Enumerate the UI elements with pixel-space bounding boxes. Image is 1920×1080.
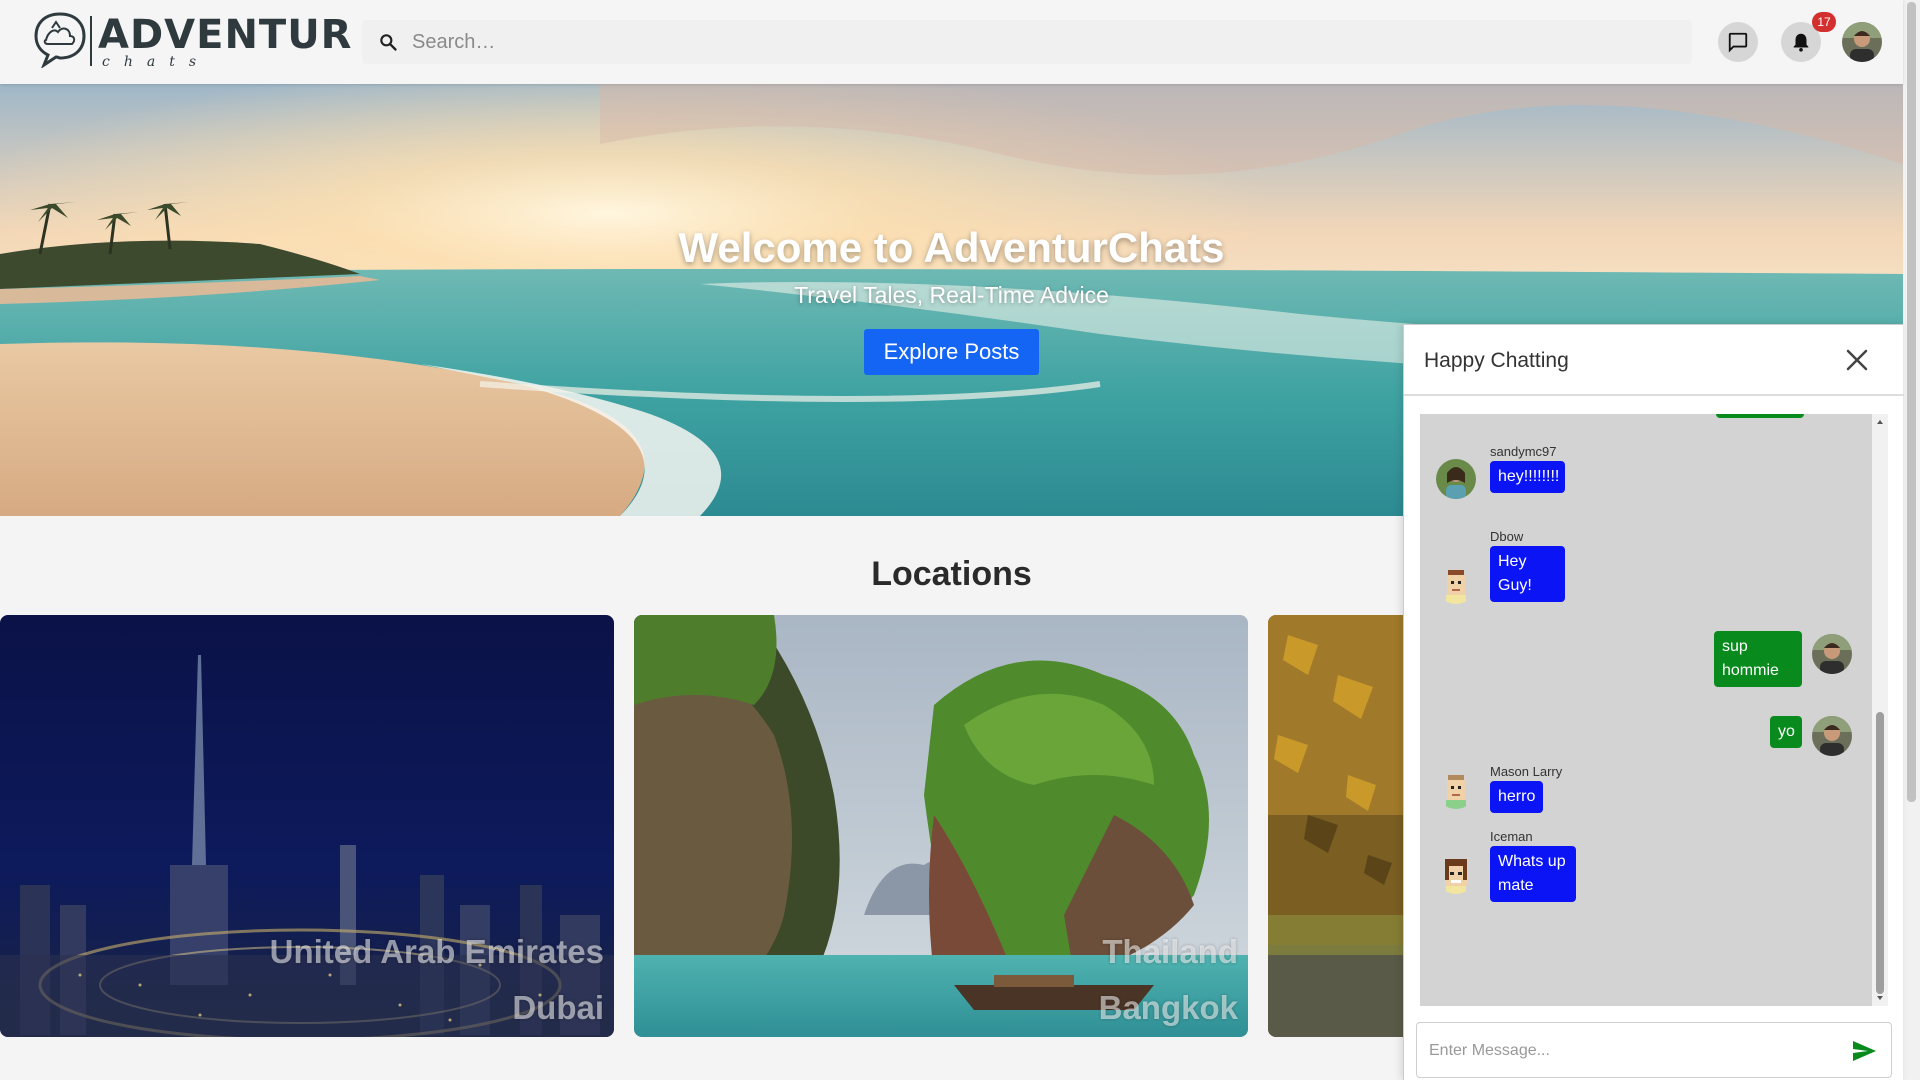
pixel-face-avatar bbox=[1436, 854, 1476, 894]
location-card-bangkok[interactable]: Thailand Bangkok bbox=[634, 615, 1248, 1037]
message-bubble: sup hommie bbox=[1714, 631, 1802, 687]
user-photo-avatar bbox=[1812, 634, 1852, 674]
logo-subtext: chats bbox=[102, 54, 211, 70]
chat-panel: Happy Chatting sandymc97 hey!!!!!!!! Dbo… bbox=[1403, 324, 1904, 1080]
chat-scrollbar-thumb[interactable] bbox=[1876, 712, 1884, 994]
search-input[interactable] bbox=[412, 28, 1672, 56]
pixel-face-avatar bbox=[1436, 769, 1476, 809]
close-icon[interactable] bbox=[1842, 345, 1872, 375]
scroll-down-arrow-icon[interactable] bbox=[1872, 992, 1888, 1004]
thailand-cliffs-image bbox=[634, 615, 1248, 1037]
user-avatar-image bbox=[1842, 22, 1882, 62]
user-avatar[interactable] bbox=[1842, 22, 1882, 62]
app-header: ADVENTUR chats 17 bbox=[0, 0, 1903, 84]
card-country-label: Thailand bbox=[1102, 933, 1238, 970]
hero-title: Welcome to AdventurChats bbox=[678, 224, 1225, 271]
bell-icon bbox=[1793, 33, 1809, 52]
chat-message-list[interactable]: sandymc97 hey!!!!!!!! Dbow Hey Guy! jabb… bbox=[1420, 414, 1872, 1006]
location-card-dubai[interactable]: United Arab Emirates Dubai bbox=[0, 615, 614, 1037]
message-bubble: Whats up mate bbox=[1490, 846, 1576, 902]
logo-wordmark: ADVENTUR bbox=[98, 12, 353, 58]
scroll-up-arrow-icon[interactable] bbox=[1872, 416, 1888, 428]
page-scrollbar[interactable] bbox=[1903, 0, 1920, 1080]
message-bubble: hey!!!!!!!! bbox=[1490, 461, 1565, 493]
search-bar[interactable] bbox=[362, 20, 1692, 64]
logo-divider bbox=[90, 16, 92, 66]
message-input[interactable] bbox=[1429, 1039, 1829, 1063]
explore-posts-button[interactable]: Explore Posts bbox=[864, 329, 1039, 375]
chat-scrollbar[interactable] bbox=[1872, 414, 1888, 1006]
card-city-label: Bangkok bbox=[1098, 989, 1238, 1026]
page-scrollbar-thumb[interactable] bbox=[1907, 2, 1916, 802]
message-avatar bbox=[1436, 564, 1476, 604]
hero-subtitle: Travel Tales, Real-Time Advice bbox=[794, 282, 1109, 308]
message-username: Iceman bbox=[1490, 829, 1533, 844]
messages-button[interactable] bbox=[1718, 22, 1758, 62]
message-avatar bbox=[1436, 769, 1476, 809]
message-username: Dbow bbox=[1490, 529, 1524, 544]
app-logo[interactable]: ADVENTUR chats bbox=[32, 10, 351, 72]
message-avatar bbox=[1812, 634, 1852, 674]
message-composer[interactable] bbox=[1416, 1022, 1892, 1078]
chat-header: Happy Chatting bbox=[1404, 325, 1904, 396]
message-avatar bbox=[1436, 459, 1476, 499]
notification-count-badge: 17 bbox=[1812, 12, 1836, 32]
pixel-face-avatar bbox=[1436, 564, 1476, 604]
chat-title: Happy Chatting bbox=[1424, 349, 1569, 372]
message-avatar bbox=[1812, 716, 1852, 756]
message-bubble: herro bbox=[1490, 781, 1544, 813]
logo-chat-bubble-icon bbox=[34, 12, 86, 68]
chat-icon bbox=[1728, 32, 1748, 53]
message-username: Mason Larry bbox=[1490, 764, 1563, 779]
message-bubble-partial bbox=[1716, 414, 1804, 418]
dubai-skyline-image bbox=[0, 615, 614, 1037]
message-bubble: Hey Guy! bbox=[1490, 546, 1565, 602]
user-photo-avatar bbox=[1436, 459, 1476, 499]
message-bubble: yo bbox=[1770, 716, 1802, 748]
user-photo-avatar bbox=[1812, 716, 1852, 756]
message-username: sandymc97 bbox=[1490, 444, 1557, 459]
search-icon bbox=[380, 34, 397, 51]
send-icon[interactable] bbox=[1849, 1037, 1879, 1065]
card-city-label: Dubai bbox=[512, 989, 604, 1026]
message-avatar bbox=[1436, 854, 1476, 894]
card-country-label: United Arab Emirates bbox=[269, 933, 604, 970]
